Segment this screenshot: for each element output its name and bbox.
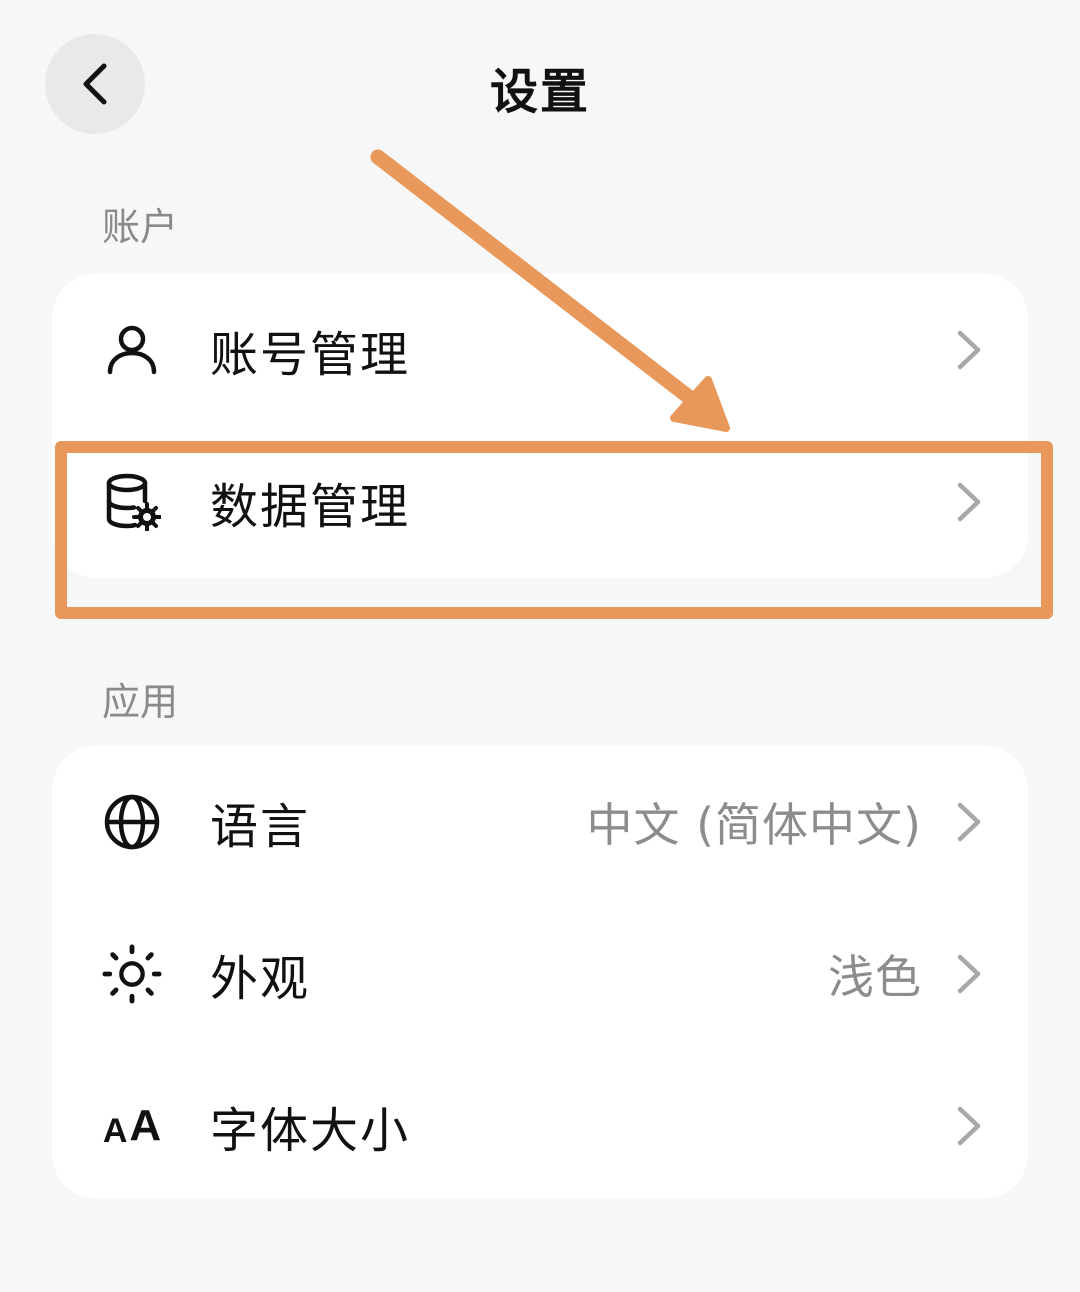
chevron-right-icon	[957, 802, 981, 842]
settings-item-label: 账号管理	[210, 327, 411, 383]
sun-icon	[102, 944, 162, 1004]
settings-item-data-management[interactable]: 数据管理	[52, 426, 1028, 578]
language-value: 中文 (简体中文)	[586, 798, 922, 852]
section-label-app: 应用	[102, 680, 179, 724]
settings-item-appearance[interactable]: 外观 浅色	[52, 898, 1028, 1050]
settings-item-font-size[interactable]: AA 字体大小	[52, 1050, 1028, 1198]
user-icon	[102, 320, 162, 380]
settings-item-label: 外观	[210, 951, 311, 1007]
appearance-value: 浅色	[828, 950, 922, 1004]
chevron-right-icon	[957, 954, 981, 994]
chevron-right-icon	[957, 1106, 981, 1146]
database-settings-icon	[102, 472, 162, 532]
chevron-right-icon	[957, 330, 981, 370]
settings-item-account-management[interactable]: 账号管理	[52, 274, 1028, 426]
app-card: 语言 中文 (简体中文) 外观 浅色 A A 字体大小	[52, 746, 1028, 1198]
settings-item-label: 数据管理	[210, 479, 411, 535]
section-label-account: 账户	[102, 205, 179, 249]
globe-icon	[102, 792, 162, 852]
page-title: 设置	[489, 64, 590, 120]
settings-item-label: 语言	[210, 799, 311, 855]
chevron-right-icon	[957, 482, 981, 522]
account-card: 账号管理 数据管理	[52, 274, 1028, 578]
settings-item-label: 字体大小	[210, 1103, 411, 1159]
settings-item-language[interactable]: 语言 中文 (简体中文)	[52, 746, 1028, 898]
font-size-icon: AA	[102, 1101, 162, 1150]
